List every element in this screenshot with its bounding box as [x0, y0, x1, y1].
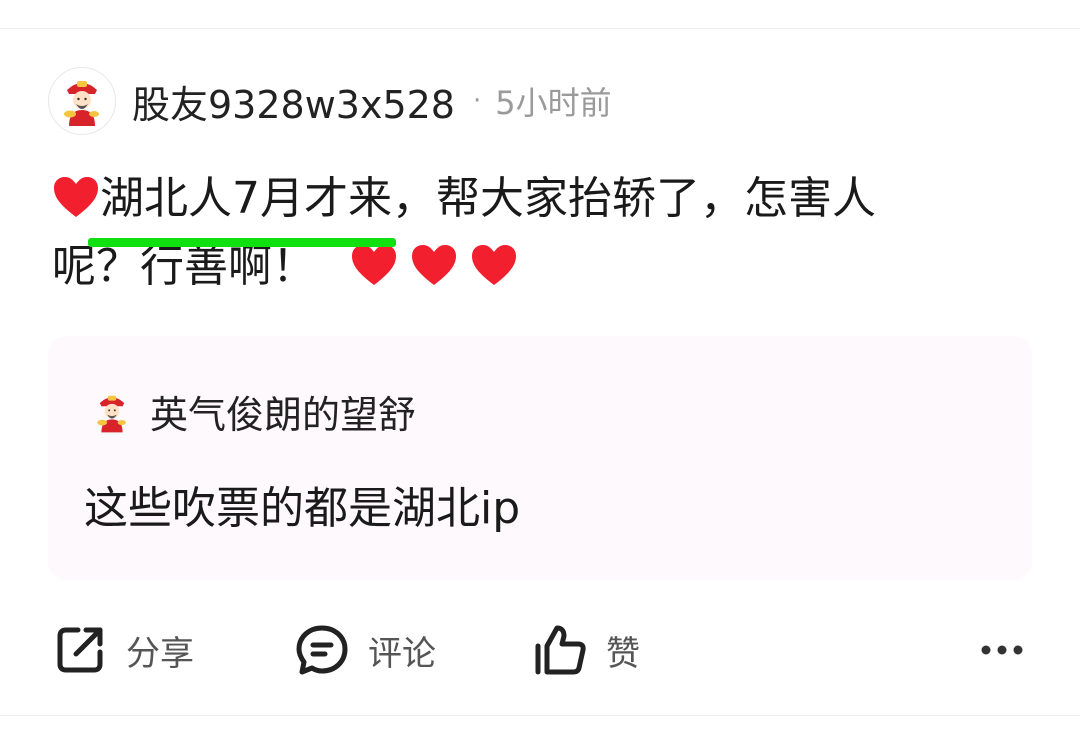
- share-button[interactable]: 分享: [52, 620, 194, 680]
- avatar[interactable]: [48, 67, 116, 135]
- heart-icon: [412, 245, 456, 285]
- quote-username[interactable]: 英气俊朗的望舒: [150, 384, 416, 439]
- share-icon: [57, 627, 103, 673]
- comment-icon: [296, 625, 348, 675]
- quote-text: 这些吹票的都是湖北ip: [84, 483, 521, 534]
- green-underline: [88, 238, 396, 247]
- heart-icon: [352, 245, 396, 285]
- action-bar: 分享 评论 赞: [52, 620, 1032, 680]
- heart-icon: [54, 177, 98, 217]
- like-label: 赞: [606, 633, 640, 674]
- quote-avatar[interactable]: [88, 388, 136, 436]
- top-divider: [0, 0, 1080, 29]
- heart-icon: [472, 245, 516, 285]
- post-username[interactable]: 股友9328w3x528: [132, 74, 455, 129]
- highlighted-phrase: 湖北人7月才来: [100, 173, 392, 224]
- highlighted-text: 湖北人7月才来: [88, 165, 396, 247]
- post-header: 股友9328w3x528 · 5小时前: [48, 66, 612, 136]
- post-line-1-rest: ，帮大家抬轿了，怎害人: [392, 173, 876, 224]
- god-of-wealth-avatar-icon: [97, 395, 126, 432]
- quote-user: 英气俊朗的望舒: [88, 384, 416, 439]
- like-button[interactable]: 赞: [532, 620, 640, 680]
- thumbs-up-icon: [535, 625, 586, 675]
- bottom-divider: [0, 715, 1080, 741]
- quoted-comment-card[interactable]: 英气俊朗的望舒 这些吹票的都是湖北ip: [48, 336, 1032, 580]
- post-body: 湖北人7月才来 ，帮大家抬轿了，怎害人 呢？行善啊！: [52, 165, 1032, 301]
- post-line-1: 湖北人7月才来 ，帮大家抬轿了，怎害人: [52, 165, 1032, 247]
- post-line-2-text: 呢？行善啊！: [52, 241, 316, 292]
- comment-button[interactable]: 评论: [294, 620, 436, 680]
- post-timestamp: 5小时前: [495, 84, 612, 122]
- comment-label: 评论: [368, 633, 436, 674]
- god-of-wealth-avatar-icon: [64, 81, 99, 126]
- share-label: 分享: [126, 633, 194, 674]
- more-options-button[interactable]: [980, 620, 1024, 680]
- more-icon: [981, 645, 1023, 655]
- separator-dot: ·: [472, 86, 482, 116]
